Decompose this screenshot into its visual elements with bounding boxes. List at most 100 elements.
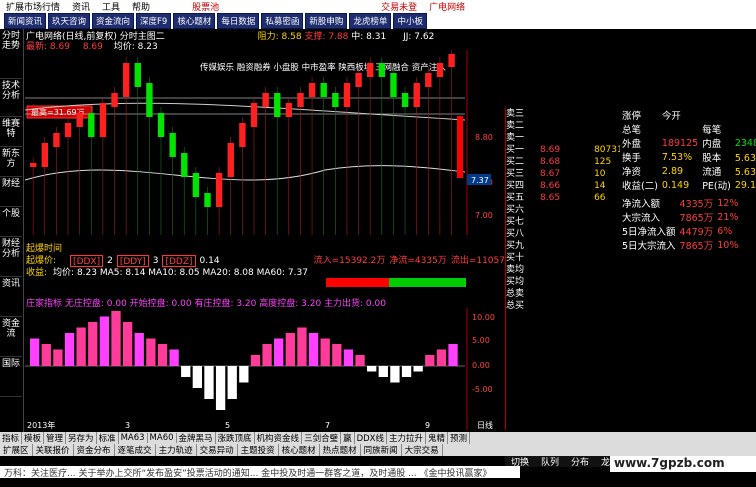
- kline-candle: [390, 73, 397, 97]
- ddx-box[interactable]: [DDX]: [70, 255, 104, 267]
- stock-pool-title[interactable]: 股票池: [186, 0, 225, 13]
- tb-core[interactable]: 核心题材: [173, 13, 216, 29]
- oscillator-chart[interactable]: 10.00 5.00 0.00 -5.00 2013年 3 5 7 9 日线: [25, 308, 505, 430]
- ob-price: 8.65: [540, 193, 561, 203]
- ind-tab[interactable]: 指标: [0, 432, 23, 444]
- ddz-box[interactable]: [DDZ]: [162, 255, 196, 267]
- ind-tab[interactable]: 管理: [44, 432, 67, 444]
- ind-tab[interactable]: 涨跌顶底: [216, 432, 255, 444]
- ind-tab[interactable]: 鬼精: [426, 432, 449, 444]
- ob-row[interactable]: 买五 8.65 66: [506, 192, 613, 204]
- osc-bar: [53, 349, 63, 366]
- ob-row[interactable]: 卖二: [506, 120, 613, 132]
- mid-value: 中: 8.31: [351, 32, 387, 42]
- ind-tab[interactable]: 赢: [341, 432, 355, 444]
- menu-item-news[interactable]: 资讯: [66, 0, 96, 13]
- ddy-box[interactable]: [DDY]: [116, 255, 149, 267]
- trade-login[interactable]: 交易未登: [375, 0, 423, 13]
- ext-tab[interactable]: 交易异动: [197, 444, 238, 456]
- rf-tab-2[interactable]: 分布: [565, 455, 595, 468]
- kline-candle: [192, 173, 200, 197]
- osc-bar: [320, 338, 330, 366]
- kline-candle: [320, 83, 327, 97]
- osc-bar: [436, 349, 447, 366]
- osc-bar: [215, 366, 226, 410]
- day-label[interactable]: 日线: [477, 420, 493, 430]
- rf-tab-1[interactable]: 队列: [535, 455, 565, 468]
- ob-row[interactable]: 买七: [506, 216, 613, 228]
- ob-row[interactable]: 卖三: [506, 108, 613, 120]
- tb-sme[interactable]: 中小板: [393, 13, 427, 29]
- price-tick-2: 7.37: [471, 176, 489, 185]
- side-tab-3[interactable]: 新东方: [0, 147, 22, 177]
- ext-tab[interactable]: 关联报价: [33, 444, 74, 456]
- ind-tab[interactable]: 主力拉升: [387, 432, 427, 444]
- ob-row[interactable]: 买二 8.68 125: [506, 156, 613, 168]
- side-tab-1[interactable]: 技术分析: [0, 79, 22, 117]
- ext-tab[interactable]: 核心题材: [279, 444, 320, 456]
- osc-bar: [308, 333, 319, 366]
- tb-ipo[interactable]: 新股申购: [305, 13, 348, 29]
- osc-bar: [297, 327, 307, 366]
- ext-tab[interactable]: 资金分布: [74, 444, 115, 456]
- tb-deep[interactable]: 深度F9: [136, 13, 172, 29]
- ob-row[interactable]: 买四 8.66 14: [506, 180, 613, 192]
- ext-tab[interactable]: 扩展区: [0, 444, 33, 456]
- ind-tab[interactable]: 标准: [97, 432, 119, 444]
- ind-tab[interactable]: 三剑合璧: [302, 432, 342, 444]
- tb-daily[interactable]: 每日数据: [217, 13, 260, 29]
- menu-item-help[interactable]: 帮助: [126, 0, 156, 13]
- kline-candle: [332, 93, 339, 107]
- ob-row[interactable]: 买八: [506, 228, 613, 240]
- menu-item-tools[interactable]: 工具: [96, 0, 126, 13]
- osc-bar: [122, 322, 133, 366]
- ob-row[interactable]: 买十: [506, 252, 613, 264]
- side-tab-5[interactable]: 个股: [0, 207, 22, 237]
- ext-tab[interactable]: 大宗交易: [402, 444, 443, 456]
- ind-tab[interactable]: MA63: [119, 433, 148, 443]
- news-ticker[interactable]: 万科：关注医疗... 关于举办上交所“发布盈安”投票活动的通知... 金中投及时…: [0, 466, 520, 478]
- ob-row[interactable]: 买九: [506, 240, 613, 252]
- menu-item-ext[interactable]: 扩展市场行情: [0, 0, 66, 13]
- tb-private[interactable]: 私募密函: [261, 13, 304, 29]
- osc-tick-1: 5.00: [472, 336, 490, 345]
- ob-price: 8.66: [540, 181, 561, 191]
- side-tab-9[interactable]: 国际: [0, 357, 22, 397]
- q-2-0: 换手: [622, 153, 642, 164]
- tb-dragon[interactable]: 龙虎榜单: [349, 13, 392, 29]
- side-tab-4[interactable]: 财经: [0, 177, 22, 207]
- ext-tab[interactable]: 主题投资: [238, 444, 279, 456]
- side-tab-6[interactable]: 财经分析: [0, 237, 22, 277]
- side-tab-0[interactable]: 分时走势: [0, 29, 22, 79]
- tb-info[interactable]: 玖天咨询: [48, 13, 91, 29]
- ext-tab[interactable]: 主力轨迹: [156, 444, 197, 456]
- ob-row[interactable]: 买一 8.69 80731: [506, 144, 623, 156]
- q-0-1: 每笔: [702, 125, 722, 136]
- ind-tab[interactable]: 预测: [448, 432, 471, 444]
- ind-tab[interactable]: MA60: [148, 433, 177, 443]
- ob-row[interactable]: 买六: [506, 204, 613, 216]
- kline-candle: [227, 143, 234, 177]
- side-tab-7[interactable]: 资讯: [0, 277, 22, 317]
- q-1-1: 189125: [661, 137, 699, 149]
- ext-tab[interactable]: 同族新闻: [361, 444, 402, 456]
- flag-return: 收益:: [26, 268, 48, 278]
- tb-flow[interactable]: 资金流向: [92, 13, 135, 29]
- ind-tab[interactable]: 金牌黑马: [177, 432, 216, 444]
- ob-row[interactable]: 卖一: [506, 132, 613, 144]
- day-tick-3: 9: [425, 421, 430, 430]
- osc-bar: [227, 366, 237, 399]
- ind-tab[interactable]: DDX线: [355, 432, 388, 444]
- side-tab-2[interactable]: 维赛特: [0, 117, 22, 147]
- kline-candle: [401, 93, 409, 107]
- ob-row[interactable]: 买三 8.67 10: [506, 168, 613, 180]
- ind-tab[interactable]: 另存为: [66, 432, 97, 444]
- side-tab-8[interactable]: 资金流: [0, 317, 22, 357]
- ind-tab[interactable]: 机构资金线: [255, 432, 303, 444]
- tb-news[interactable]: 新闻资讯: [4, 13, 47, 29]
- osc-bar: [30, 338, 40, 366]
- ob-label: 买六: [506, 205, 525, 215]
- ext-tab[interactable]: 逐笔成交: [115, 444, 156, 456]
- ext-tab[interactable]: 热点题材: [320, 444, 361, 456]
- ind-tab[interactable]: 模板: [22, 432, 45, 444]
